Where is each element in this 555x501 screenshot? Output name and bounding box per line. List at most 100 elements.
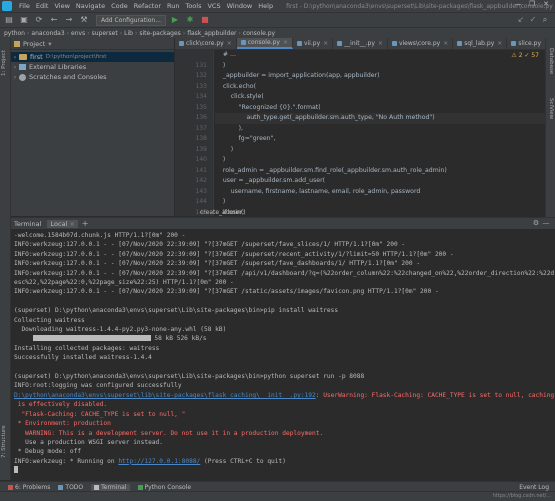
project-tree-item[interactable]: › External Libraries xyxy=(11,62,174,72)
close-icon[interactable]: × xyxy=(443,40,448,47)
tool-tab-icon xyxy=(8,484,13,490)
tool-tab-problems[interactable]: 6: Problems xyxy=(8,484,50,491)
editor-tab[interactable]: console.py × xyxy=(236,38,293,49)
editor-tab[interactable]: click\core.py × xyxy=(175,38,237,49)
close-icon[interactable]: × xyxy=(283,39,288,46)
code-line[interactable]: ) xyxy=(215,61,545,72)
event-log-button[interactable]: Event Log xyxy=(519,484,549,491)
breadcrumb-item[interactable]: anaconda3 xyxy=(31,30,64,37)
tool-tab-python-console[interactable]: Python Console xyxy=(137,484,191,491)
back-icon[interactable]: ← xyxy=(48,15,60,25)
code-line[interactable]: user = _appbuilder.sm.add_user( xyxy=(215,176,545,187)
vcs-commit-icon[interactable]: ✓ xyxy=(527,15,539,25)
tool-tab-todo[interactable]: TODO xyxy=(58,484,83,491)
close-button[interactable]: ✕ xyxy=(539,0,553,8)
editor-scope-breadcrumb[interactable]: create_admin() xyxy=(200,209,246,216)
stop-icon[interactable]: ■ xyxy=(199,15,211,25)
close-icon[interactable]: × xyxy=(227,40,232,47)
tool-tab-terminal[interactable]: Terminal xyxy=(91,483,130,491)
terminal-tab-local[interactable]: Local × xyxy=(47,219,78,228)
minimize-button[interactable]: — xyxy=(511,0,525,8)
menu-item-file[interactable]: File xyxy=(16,2,33,10)
close-icon[interactable]: × xyxy=(497,40,502,47)
code-line[interactable]: role_admin = _appbuilder.sm.find_role(_a… xyxy=(215,166,545,177)
breadcrumb-item[interactable]: site-packages xyxy=(139,30,180,37)
code-line[interactable]: if user: xyxy=(215,208,545,217)
chevron-down-icon[interactable]: ▾ xyxy=(48,40,51,48)
settings-gear-icon[interactable]: ⚙ xyxy=(531,219,541,227)
chevron-right-icon[interactable]: › xyxy=(11,74,19,81)
code-line[interactable]: ) xyxy=(215,145,545,156)
maximize-button[interactable]: ❐ xyxy=(525,0,539,8)
code-line[interactable]: # ... xyxy=(215,50,545,61)
build-icon[interactable]: ⚒ xyxy=(78,15,90,25)
code-line[interactable]: _appbuilder = import_application(app, ap… xyxy=(215,71,545,82)
file-link[interactable]: D:\python\anaconda3\envs\superset\lib\si… xyxy=(14,392,316,399)
menu-item-run[interactable]: Run xyxy=(164,2,182,10)
breadcrumb-item[interactable]: Lib xyxy=(124,30,133,37)
structure-tool-button[interactable]: 7: Structure xyxy=(1,425,7,458)
folder-icon xyxy=(19,54,27,60)
close-icon[interactable]: × xyxy=(544,40,545,47)
save-all-icon[interactable]: ▣ xyxy=(18,15,30,25)
menu-item-help[interactable]: Help xyxy=(255,2,276,10)
project-tool-button[interactable]: 1: Project xyxy=(1,50,7,76)
sciview-tool-button[interactable]: SciView xyxy=(548,98,554,119)
vcs-update-icon[interactable]: ↙ xyxy=(515,15,527,25)
code-line[interactable]: ) xyxy=(215,155,545,166)
code-line[interactable]: auth_type.get(_appbuilder.sm.auth_type, … xyxy=(215,113,545,124)
project-tree-item[interactable]: › first D:\python\project\first xyxy=(11,52,174,62)
terminal-output[interactable]: -welcome.1584b07d.chunk.js HTTP/1.1?[0m"… xyxy=(11,229,555,479)
menu-item-edit[interactable]: Edit xyxy=(33,2,52,10)
run-icon[interactable]: ▶ xyxy=(169,15,181,25)
project-tree-item[interactable]: › Scratches and Consoles xyxy=(11,72,174,82)
code-line[interactable]: "Recognized {0}.".format( xyxy=(215,103,545,114)
menu-item-vcs[interactable]: VCS xyxy=(204,2,223,10)
menu-item-tools[interactable]: Tools xyxy=(182,2,204,10)
code-line[interactable]: ) xyxy=(215,197,545,208)
menu-item-refactor[interactable]: Refactor xyxy=(131,2,164,10)
new-terminal-plus-icon[interactable]: + xyxy=(82,219,89,228)
code-line[interactable]: click.echo( xyxy=(215,82,545,93)
code-line[interactable]: click.style( xyxy=(215,92,545,103)
editor-tab[interactable]: vii.py × xyxy=(293,38,334,49)
code-area[interactable]: # ... ) _appbuilder = import_application… xyxy=(215,50,545,216)
database-tool-button[interactable]: Database xyxy=(548,48,554,74)
forward-icon[interactable]: → xyxy=(63,15,75,25)
project-title[interactable]: Project xyxy=(23,40,45,48)
tree-item-label: first xyxy=(30,53,43,61)
close-icon[interactable]: × xyxy=(69,220,74,228)
inspection-widget[interactable]: ⚠ 2 ✓ 57 xyxy=(511,52,539,59)
chevron-right-icon[interactable]: › xyxy=(11,64,19,71)
close-icon[interactable]: × xyxy=(323,40,328,47)
editor-tab[interactable]: sql_lab.py × xyxy=(453,38,508,49)
menu-item-window[interactable]: Window xyxy=(224,2,256,10)
code-line[interactable]: username, firstname, lastname, email, ro… xyxy=(215,187,545,198)
menu-item-navigate[interactable]: Navigate xyxy=(73,2,108,10)
server-url-link[interactable]: http://127.0.0.1:8088/ xyxy=(118,458,200,465)
debug-icon[interactable]: ✱ xyxy=(184,15,196,25)
menu-item-view[interactable]: View xyxy=(51,2,72,10)
breadcrumb-item[interactable]: python xyxy=(4,30,25,37)
code-line[interactable]: fg="green", xyxy=(215,134,545,145)
add-configuration-button[interactable]: Add Configuration... xyxy=(96,14,166,26)
code-editor[interactable]: 131 132 133 134 135 136 137 138 139 140 141 142 143 1… xyxy=(175,50,545,216)
editor-tab[interactable]: __init__.py × xyxy=(333,38,388,49)
editor-tab[interactable]: views\core.py × xyxy=(388,38,454,49)
hide-panel-icon[interactable]: — xyxy=(541,219,551,227)
search-icon[interactable]: ⌕ xyxy=(539,15,551,25)
terminal-line: D:\python\anaconda3\envs\superset\lib\si… xyxy=(14,391,555,400)
editor-tab[interactable]: slice.py× xyxy=(507,38,545,49)
breadcrumb-item[interactable]: flask_appbuilder xyxy=(187,30,236,37)
terminal-cursor[interactable] xyxy=(14,466,555,476)
breadcrumb-item[interactable]: envs xyxy=(71,30,85,37)
breadcrumb-item[interactable]: superset xyxy=(92,30,118,37)
chevron-right-icon[interactable]: › xyxy=(11,54,19,61)
open-folder-icon[interactable]: ▤ xyxy=(3,15,15,25)
menu-item-code[interactable]: Code xyxy=(108,2,131,10)
sync-icon[interactable]: ⟳ xyxy=(33,15,45,25)
breadcrumb-item[interactable]: console.py xyxy=(243,30,275,37)
code-line[interactable]: ), xyxy=(215,124,545,135)
close-icon[interactable]: × xyxy=(378,40,383,47)
chevron-right-icon: › xyxy=(182,29,186,37)
